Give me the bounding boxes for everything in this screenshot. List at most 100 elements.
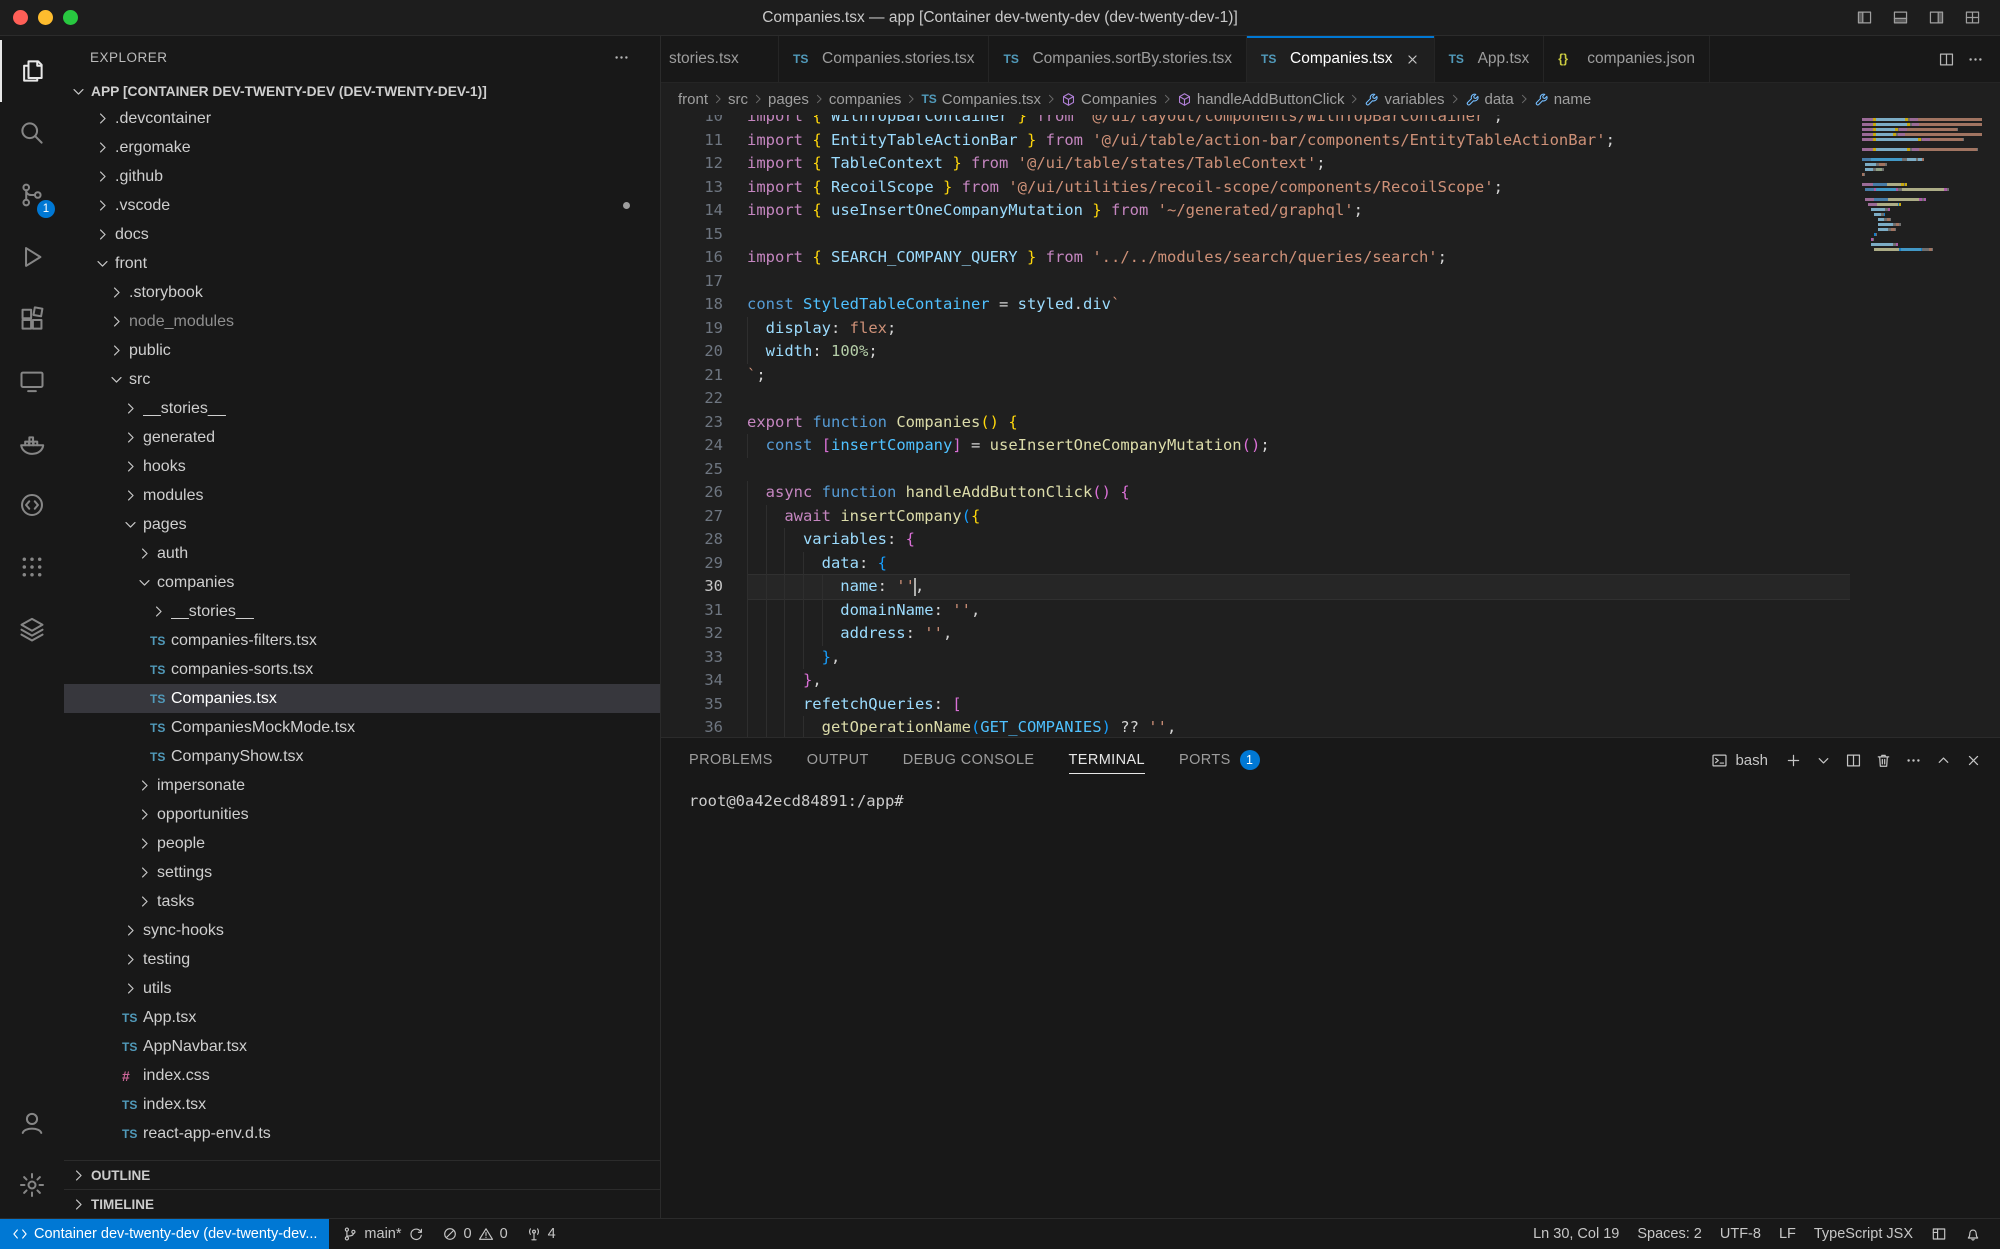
panel-tab-ports[interactable]: PORTS1 — [1179, 738, 1260, 782]
tree-item-generated[interactable]: generated — [64, 423, 660, 452]
tab-companies-sortby-stories-tsx[interactable]: TSCompanies.sortBy.stories.tsx — [989, 36, 1247, 82]
layers-icon[interactable] — [0, 598, 64, 660]
tree-item-settings[interactable]: settings — [64, 858, 660, 887]
tree-item-appnavbar-tsx[interactable]: TSAppNavbar.tsx — [64, 1032, 660, 1061]
breadcrumb-item-variables[interactable]: variables — [1363, 91, 1445, 108]
panel-tab-output[interactable]: OUTPUT — [807, 738, 869, 782]
split-terminal-icon[interactable] — [1845, 752, 1862, 769]
tree-item-vscode[interactable]: .vscode — [64, 191, 660, 220]
tree-item-companies-sorts-tsx[interactable]: TScompanies-sorts.tsx — [64, 655, 660, 684]
explorer-more-actions-icon[interactable] — [613, 49, 630, 66]
tree-item-people[interactable]: people — [64, 829, 660, 858]
code-line-10[interactable]: import { WithTopBarContainer } from '@/u… — [747, 115, 1850, 129]
settings-gear-icon[interactable] — [0, 1154, 64, 1216]
terminal-shell-selector[interactable]: bash — [1711, 752, 1768, 769]
breadcrumb-item-pages[interactable]: pages — [767, 91, 810, 108]
launch-profile-chevron-icon[interactable] — [1815, 752, 1832, 769]
close-button[interactable] — [13, 10, 28, 25]
language-mode[interactable]: TypeScript JSX — [1805, 1219, 1922, 1249]
search-icon[interactable] — [0, 102, 64, 164]
code-line-35[interactable]: refetchQueries: [ — [747, 693, 1850, 717]
tree-item-auth[interactable]: auth — [64, 539, 660, 568]
code-line-25[interactable] — [747, 458, 1850, 482]
code-line-23[interactable]: export function Companies() { — [747, 411, 1850, 435]
tree-item-pages[interactable]: pages — [64, 510, 660, 539]
code-line-14[interactable]: import { useInsertOneCompanyMutation } f… — [747, 199, 1850, 223]
tree-item-stories[interactable]: __stories__ — [64, 597, 660, 626]
breadcrumb-item-front[interactable]: front — [677, 91, 709, 108]
tab-companies-json[interactable]: {}companies.json — [1544, 36, 1710, 82]
tree-item-utils[interactable]: utils — [64, 974, 660, 1003]
customize-layout-icon[interactable] — [1958, 6, 1986, 30]
tab-app-tsx[interactable]: TSApp.tsx — [1435, 36, 1545, 82]
docker-icon[interactable] — [0, 412, 64, 474]
breadcrumb-item-companies[interactable]: companies — [828, 91, 903, 108]
tree-item-index-tsx[interactable]: TSindex.tsx — [64, 1090, 660, 1119]
code-line-22[interactable] — [747, 387, 1850, 411]
minimize-button[interactable] — [38, 10, 53, 25]
tree-item-companyshow-tsx[interactable]: TSCompanyShow.tsx — [64, 742, 660, 771]
tree-item-opportunities[interactable]: opportunities — [64, 800, 660, 829]
tree-item-react-app-env-d-ts[interactable]: TSreact-app-env.d.ts — [64, 1119, 660, 1148]
code-line-13[interactable]: import { RecoilScope } from '@/ui/utilit… — [747, 176, 1850, 200]
code-line-15[interactable] — [747, 223, 1850, 247]
code-line-24[interactable]: const [insertCompany] = useInsertOneComp… — [747, 434, 1850, 458]
layout-icon[interactable] — [1922, 1219, 1956, 1249]
toggle-panel-icon[interactable] — [1886, 6, 1914, 30]
tree-item-index-css[interactable]: #index.css — [64, 1061, 660, 1090]
tree-item-github[interactable]: .github — [64, 162, 660, 191]
maximize-panel-icon[interactable] — [1935, 752, 1952, 769]
notifications-bell-icon[interactable] — [1956, 1219, 1990, 1249]
toggle-primary-sidebar-icon[interactable] — [1850, 6, 1878, 30]
account-icon[interactable] — [0, 1092, 64, 1154]
explorer-icon[interactable] — [0, 40, 64, 102]
code-line-31[interactable]: domainName: '', — [747, 599, 1850, 623]
breadcrumb-item-src[interactable]: src — [727, 91, 749, 108]
tree-item-stories[interactable]: __stories__ — [64, 394, 660, 423]
breadcrumb-item-handleaddbuttonclick[interactable]: handleAddButtonClick — [1176, 91, 1346, 108]
code-line-27[interactable]: await insertCompany({ — [747, 505, 1850, 529]
tree-item-hooks[interactable]: hooks — [64, 452, 660, 481]
code-line-19[interactable]: display: flex; — [747, 317, 1850, 341]
code-line-30[interactable]: name: '', — [747, 575, 1850, 599]
tree-item-src[interactable]: src — [64, 365, 660, 394]
code-line-18[interactable]: const StyledTableContainer = styled.div` — [747, 293, 1850, 317]
panel-tab-problems[interactable]: PROBLEMS — [689, 738, 773, 782]
remote-explorer-icon[interactable] — [0, 350, 64, 412]
forwarded-ports[interactable]: 4 — [517, 1219, 565, 1249]
code-editor[interactable]: 1011121314151617181920212223242526272829… — [661, 115, 2000, 737]
code-line-17[interactable] — [747, 270, 1850, 294]
new-terminal-icon[interactable] — [1785, 752, 1802, 769]
code-line-20[interactable]: width: 100%; — [747, 340, 1850, 364]
git-branch[interactable]: main* — [333, 1219, 432, 1249]
workspace-section-header[interactable]: APP [CONTAINER DEV-TWENTY-DEV (DEV-TWENT… — [64, 78, 660, 104]
tree-item-companies-filters-tsx[interactable]: TScompanies-filters.tsx — [64, 626, 660, 655]
grid-icon[interactable] — [0, 536, 64, 598]
tree-item-companies-tsx[interactable]: TSCompanies.tsx — [64, 684, 660, 713]
tree-item-testing[interactable]: testing — [64, 945, 660, 974]
run-debug-icon[interactable] — [0, 226, 64, 288]
live-preview-icon[interactable] — [0, 474, 64, 536]
close-panel-icon[interactable] — [1965, 752, 1982, 769]
code-line-33[interactable]: }, — [747, 646, 1850, 670]
tree-item-front[interactable]: front — [64, 249, 660, 278]
section-outline[interactable]: OUTLINE — [64, 1160, 660, 1189]
tree-item-companies[interactable]: companies — [64, 568, 660, 597]
tree-item-sync-hooks[interactable]: sync-hooks — [64, 916, 660, 945]
toggle-secondary-sidebar-icon[interactable] — [1922, 6, 1950, 30]
zoom-button[interactable] — [63, 10, 78, 25]
kill-terminal-icon[interactable] — [1875, 752, 1892, 769]
tab-companies-tsx[interactable]: TSCompanies.tsx — [1247, 36, 1435, 82]
tree-item-docs[interactable]: docs — [64, 220, 660, 249]
terminal-view[interactable]: root@0a42ecd84891:/app# — [661, 782, 2000, 1218]
minimap[interactable] — [1862, 115, 1982, 253]
breadcrumb-item-name[interactable]: name — [1533, 91, 1593, 108]
tree-item-ergomake[interactable]: .ergomake — [64, 133, 660, 162]
code-line-32[interactable]: address: '', — [747, 622, 1850, 646]
source-control-icon[interactable]: 1 — [0, 164, 64, 226]
tree-item-companiesmockmode-tsx[interactable]: TSCompaniesMockMode.tsx — [64, 713, 660, 742]
panel-tab-terminal[interactable]: TERMINAL — [1069, 738, 1146, 782]
tree-item-tasks[interactable]: tasks — [64, 887, 660, 916]
problems-summary[interactable]: 00 — [433, 1219, 517, 1249]
tree-item-devcontainer[interactable]: .devcontainer — [64, 104, 660, 133]
